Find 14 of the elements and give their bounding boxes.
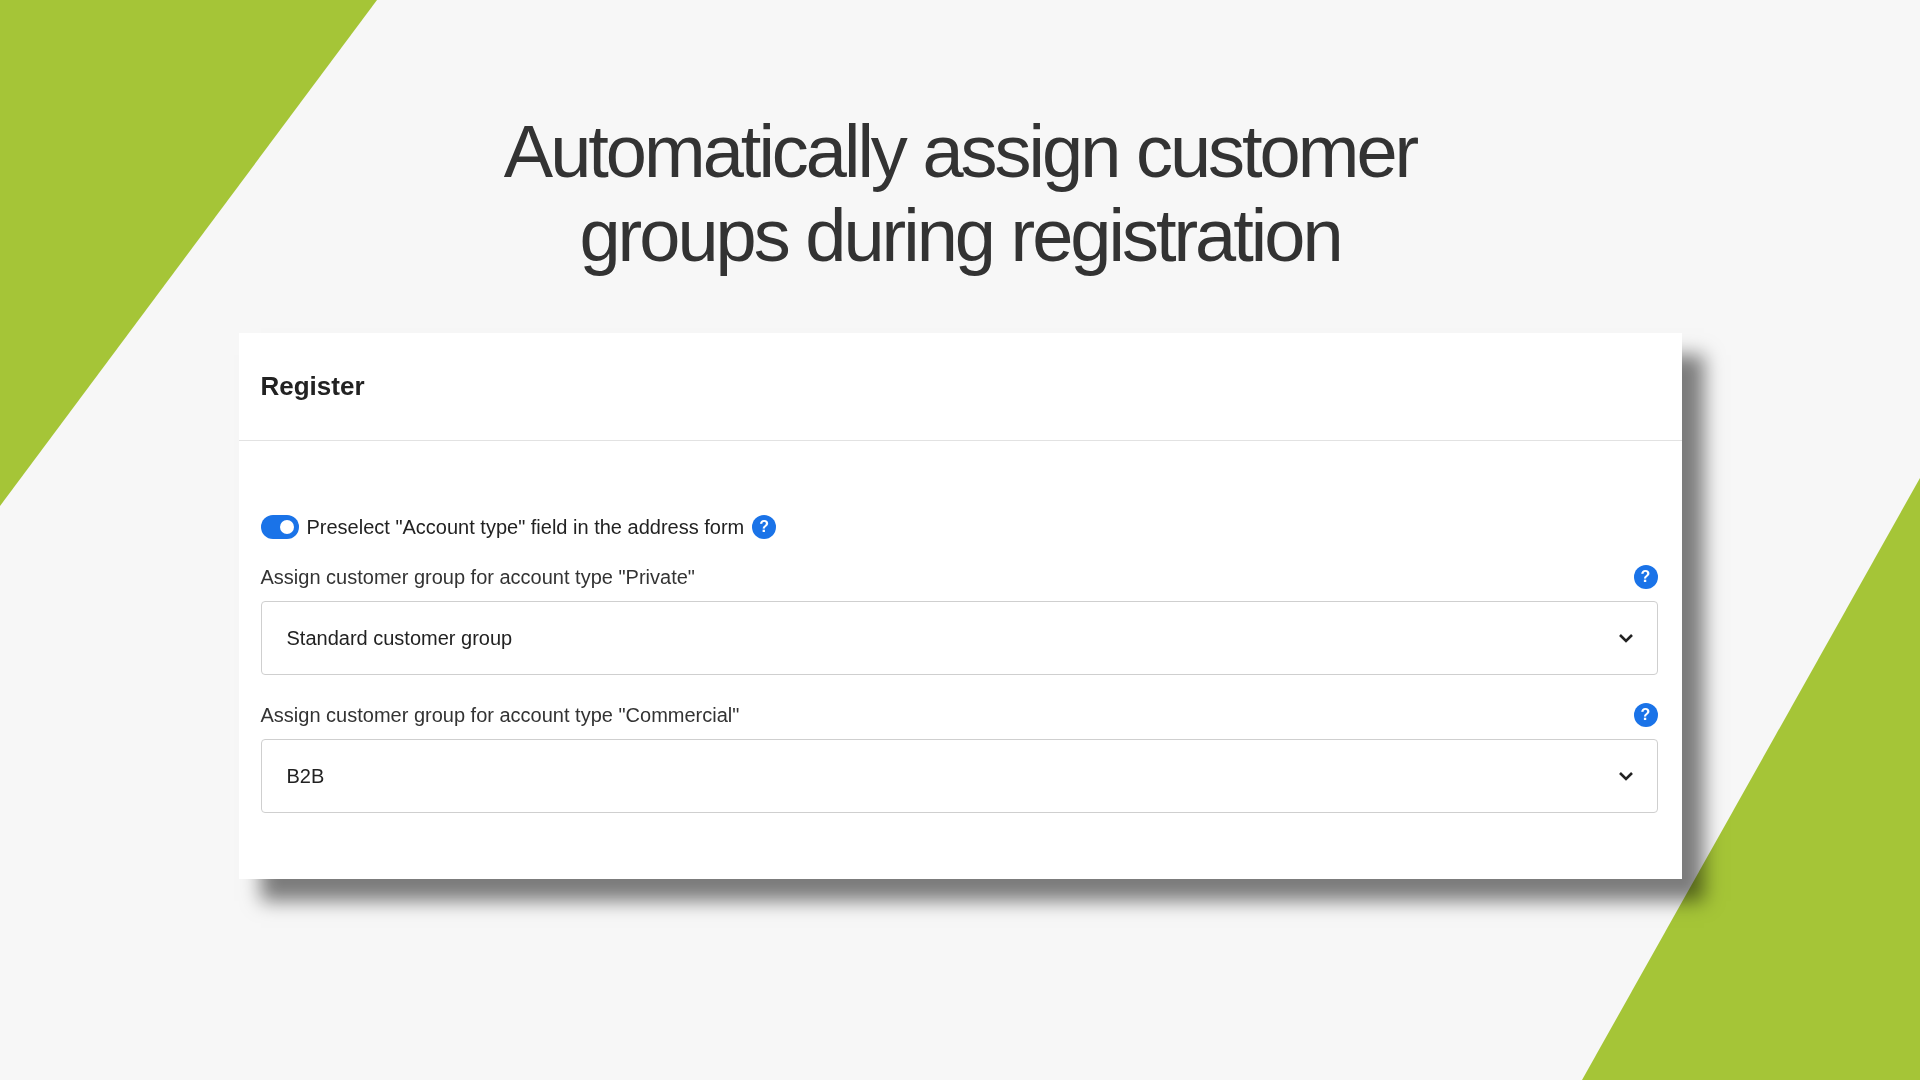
help-icon[interactable]: ? bbox=[1633, 565, 1658, 589]
select-field[interactable]: Standard customer group bbox=[260, 601, 1658, 675]
field-label: Assign customer group for account type "Private" bbox=[260, 565, 695, 589]
field-label: Assign customer group for account type "Commercial" bbox=[260, 703, 740, 727]
chevron-down-icon bbox=[1616, 632, 1635, 644]
card-title: Register bbox=[260, 371, 365, 402]
headline: Automatically assign customer bbox=[503, 110, 1417, 194]
help-icon[interactable]: ? bbox=[752, 515, 777, 539]
toggle-label: Preselect "Account type" field in the address form bbox=[306, 515, 745, 539]
chevron-down-icon bbox=[1616, 770, 1635, 782]
help-icon[interactable]: ? bbox=[1633, 703, 1658, 727]
select-field[interactable]: B2B bbox=[260, 739, 1658, 813]
toggle-switch[interactable] bbox=[260, 515, 299, 539]
headline: groups during registration bbox=[579, 194, 1341, 278]
